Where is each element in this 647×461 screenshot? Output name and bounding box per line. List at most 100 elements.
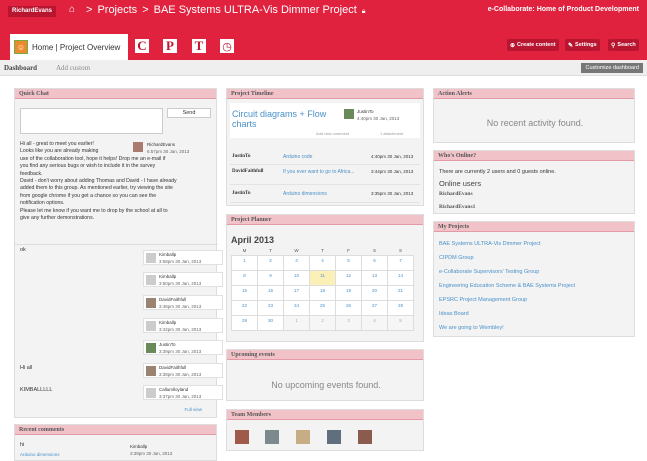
calendar-day[interactable]: 7 <box>387 254 414 271</box>
msg-line: notification options. <box>20 200 65 207</box>
calendar-day[interactable]: 2 <box>257 254 284 271</box>
calendar-day[interactable]: 23 <box>257 299 284 316</box>
project-link[interactable]: We are going to Wembley! <box>439 325 504 331</box>
home-icon[interactable]: ⌂ <box>69 4 75 15</box>
timeline-user[interactable]: JustinTo <box>232 154 250 159</box>
calendar-day-other-month[interactable]: 4 <box>361 314 388 331</box>
avatar <box>146 321 156 331</box>
chat-input[interactable] <box>20 108 163 134</box>
timeline-headline[interactable]: Circuit diagrams + Flow charts <box>232 109 344 129</box>
calendar-day[interactable]: 12 <box>335 269 362 286</box>
calendar-day[interactable]: 19 <box>335 284 362 301</box>
calendar-day[interactable]: 1 <box>231 254 258 271</box>
timeline-item-link[interactable]: If you ever want to go to Africa... <box>283 169 363 176</box>
author-name[interactable]: Kimballp <box>159 252 176 257</box>
author-name[interactable]: Kimballp <box>159 274 176 279</box>
author-name[interactable]: RichardEvans <box>147 142 175 147</box>
chat-message-hi-all: Hi all <box>20 365 33 371</box>
tab-add-custom[interactable]: Add custom <box>56 64 90 72</box>
calendar-day[interactable]: 28 <box>387 299 414 316</box>
calendar-day-other-month[interactable]: 3 <box>335 314 362 331</box>
timeline-user[interactable]: JustinTo <box>357 109 374 114</box>
full-view-link[interactable]: Full view <box>184 407 202 412</box>
calendar-day[interactable]: 27 <box>361 299 388 316</box>
weekday-label: S <box>372 248 376 254</box>
author-name[interactable]: JustinTo <box>159 342 176 347</box>
author-name[interactable]: DavidFaithfull <box>159 365 186 370</box>
comment-author[interactable]: Kimballp <box>130 444 147 449</box>
calendar-day[interactable]: 29 <box>231 314 258 331</box>
calendar-day[interactable]: 25 <box>309 299 336 316</box>
calendar-day[interactable]: 13 <box>361 269 388 286</box>
team-member-avatar[interactable] <box>265 430 279 444</box>
calendar-day[interactable]: 3 <box>283 254 310 271</box>
team-member-avatar[interactable] <box>296 430 310 444</box>
search-icon: ⚲ <box>611 42 616 49</box>
customize-dashboard-button[interactable]: Customize dashboard <box>581 63 643 73</box>
create-content-button[interactable]: ⊕ Create content <box>507 39 559 51</box>
add-comment-link[interactable]: Add new comment <box>316 131 349 136</box>
send-button[interactable]: Send <box>167 108 211 118</box>
calendar-day[interactable]: 30 <box>257 314 284 331</box>
calendar-day[interactable]: 15 <box>231 284 258 301</box>
calendar-day-other-month[interactable]: 5 <box>387 314 414 331</box>
calendar-day[interactable]: 14 <box>387 269 414 286</box>
avatar <box>344 109 354 119</box>
project-link[interactable]: Ideas Board <box>439 311 469 317</box>
calendar-day[interactable]: 24 <box>283 299 310 316</box>
timeline-user[interactable]: DavidFaithfull <box>232 169 263 174</box>
calendar-day[interactable]: 18 <box>309 284 336 301</box>
team-member-avatar[interactable] <box>327 430 341 444</box>
tab-dashboard[interactable]: Dashboard <box>4 64 37 72</box>
app-c-icon[interactable]: C <box>135 38 149 53</box>
project-link[interactable]: Engineering Education Scheme & BAE Syste… <box>439 283 575 289</box>
crumb-projects[interactable]: Projects <box>97 4 137 16</box>
calendar-day[interactable]: 8 <box>231 269 258 286</box>
online-user[interactable]: RichardEvans <box>439 191 473 197</box>
calendar-day[interactable]: 22 <box>231 299 258 316</box>
tab-home-overview[interactable]: ☺ Home | Project Overview <box>10 34 128 60</box>
comment-link[interactable]: Arduino dimensions <box>20 452 60 457</box>
search-button[interactable]: ⚲ Search <box>608 39 639 51</box>
app-p-icon[interactable]: P <box>163 38 177 53</box>
calendar-day[interactable]: 9 <box>257 269 284 286</box>
team-member-avatar[interactable] <box>235 430 249 444</box>
calendar-day[interactable]: 6 <box>361 254 388 271</box>
list-item: DavidFaithfull 3:48pm 30 Jan, 2013 <box>143 295 223 310</box>
list-item: Kimballp 3:42pm 30 Jan, 2013 <box>143 318 223 333</box>
timeline-item-link[interactable]: Arduino dimensions <box>283 191 327 197</box>
calendar-day-other-month[interactable]: 2 <box>309 314 336 331</box>
project-link[interactable]: BAE Systems ULTRA-Vis Dimmer Project <box>439 241 541 247</box>
timeline-user[interactable]: JustinTo <box>232 191 250 196</box>
calendar-day[interactable]: 26 <box>335 299 362 316</box>
project-link[interactable]: e-Collaborate Supervisors' Testing Group <box>439 269 539 275</box>
calendar-day[interactable]: 16 <box>257 284 284 301</box>
user-menu[interactable]: RichardEvans <box>8 6 57 17</box>
project-timeline-title: Project Timeline <box>227 89 423 99</box>
author-name[interactable]: Kimballp <box>159 320 176 325</box>
msg-line: from google chrome if you get a chance s… <box>20 192 157 199</box>
timeline-item-link[interactable]: Arduino code <box>283 154 312 160</box>
settings-button[interactable]: ✎ Settings <box>565 39 600 51</box>
calendar-day[interactable]: 4 <box>309 254 336 271</box>
weekday-label: T <box>321 248 324 254</box>
team-member-avatar[interactable] <box>358 430 372 444</box>
action-alerts-title: Action Alerts <box>434 89 634 99</box>
calendar-day[interactable]: 21 <box>387 284 414 301</box>
calendar-day[interactable]: 20 <box>361 284 388 301</box>
calendar-day[interactable]: 5 <box>335 254 362 271</box>
project-link[interactable]: CIPDM Group <box>439 255 474 261</box>
tab-home-label: Home | Project Overview <box>32 42 121 52</box>
calendar-day-other-month[interactable]: 1 <box>283 314 310 331</box>
clock-icon[interactable]: ◷ <box>220 39 234 53</box>
project-link[interactable]: EPSRC Project Management Group <box>439 297 527 303</box>
author-name[interactable]: Callumlloyland <box>159 387 188 392</box>
online-user[interactable]: RichardEvans1 <box>439 204 475 210</box>
calendar-day-today[interactable]: 11 <box>309 269 336 286</box>
app-t-icon[interactable]: T <box>192 38 206 53</box>
whos-online-title: Who's Online? <box>434 151 634 161</box>
calendar-day[interactable]: 17 <box>283 284 310 301</box>
message-date: 6:57pm 30 Jan, 2013 <box>147 149 190 154</box>
calendar-day[interactable]: 10 <box>283 269 310 286</box>
author-name[interactable]: DavidFaithfull <box>159 297 186 302</box>
